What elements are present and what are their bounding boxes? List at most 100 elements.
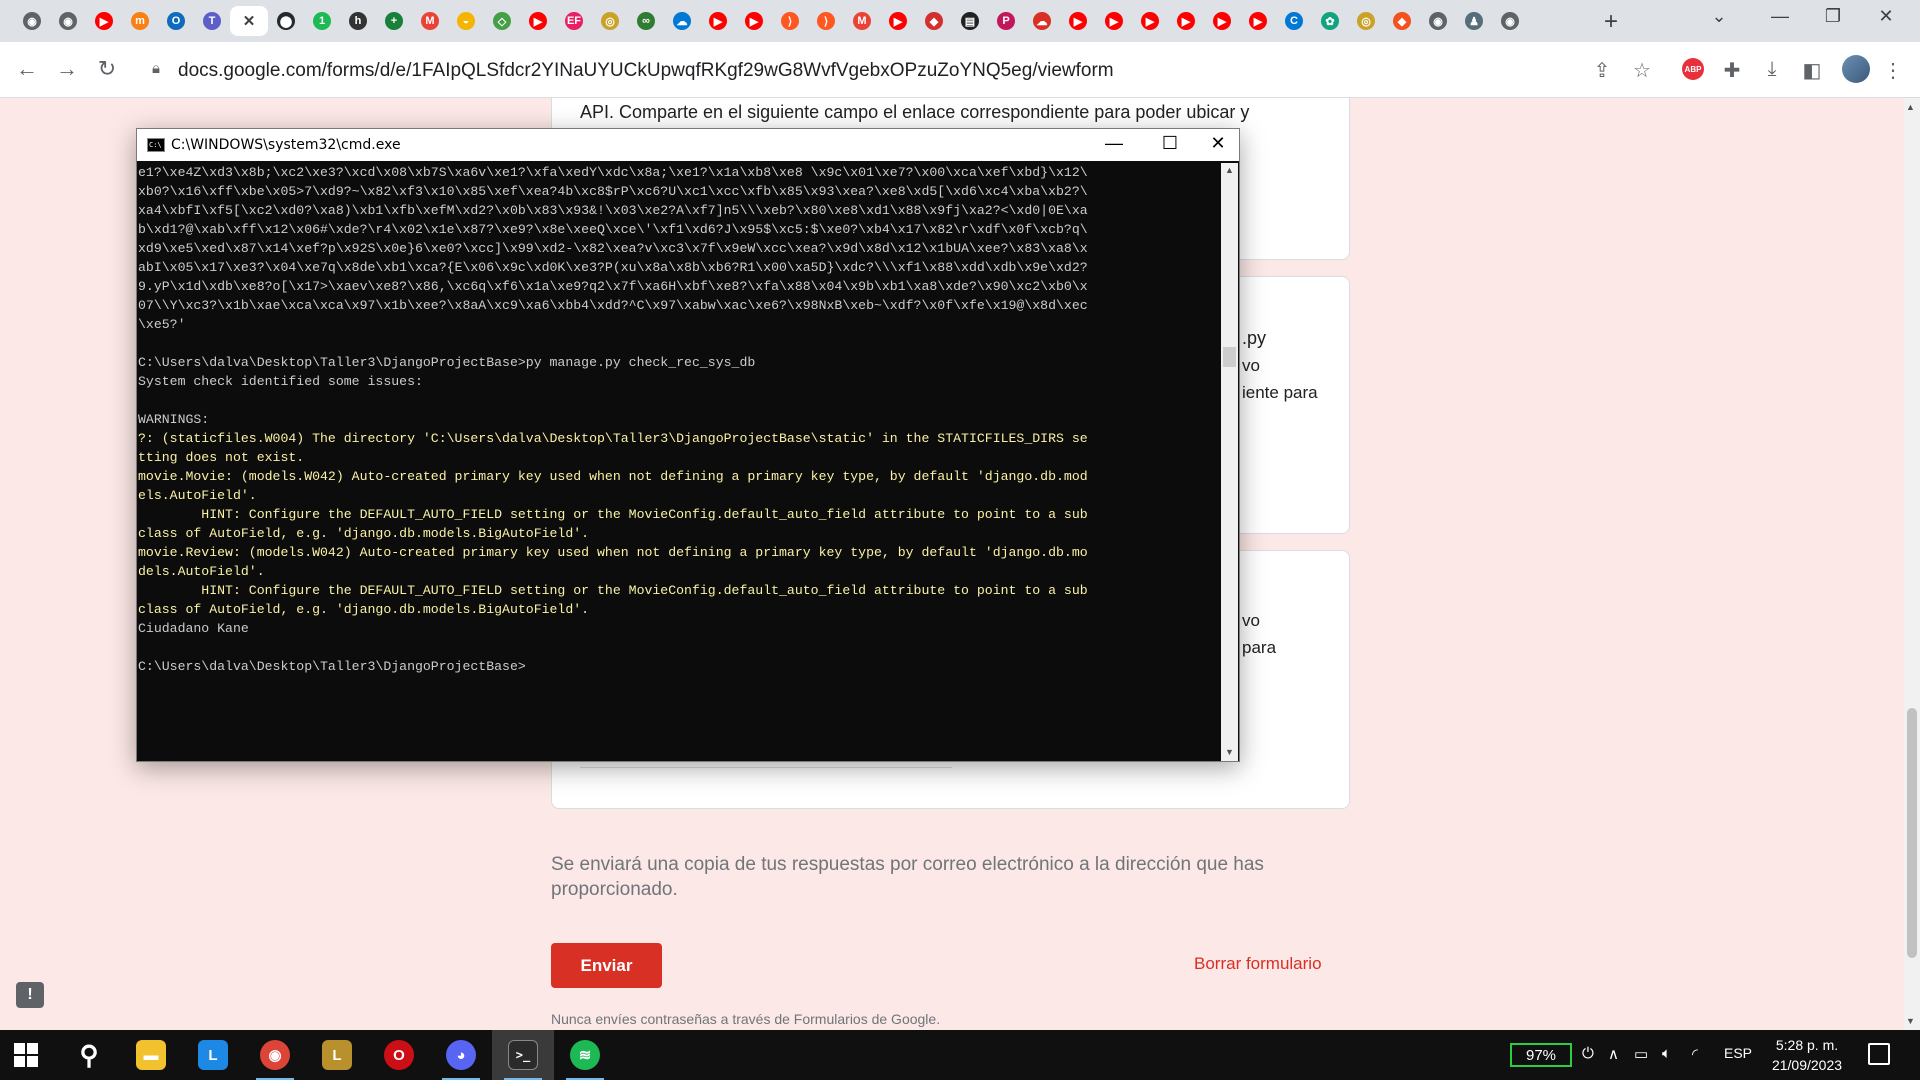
cmd-maximize-button[interactable]: ☐ <box>1147 133 1193 154</box>
browser-tab[interactable]: M <box>844 6 880 36</box>
browser-tab[interactable]: ☁ <box>664 6 700 36</box>
browser-tab[interactable]: ♟ <box>1456 6 1492 36</box>
language-indicator[interactable]: ESP <box>1724 1045 1752 1061</box>
clear-form-button[interactable]: Borrar formulario <box>1194 954 1322 974</box>
taskbar-app-button[interactable]: ◉ <box>244 1030 306 1080</box>
browser-tab[interactable]: ☁ <box>1024 6 1060 36</box>
cmd-output[interactable]: e1?\xe4Z\xd3\x8b;\xc2\xe3?\xcd\x08\xb7S\… <box>137 163 1221 761</box>
notification-center-icon[interactable] <box>1868 1043 1890 1065</box>
browser-tab[interactable]: ◉ <box>50 6 86 36</box>
report-feedback-icon[interactable]: ! <box>16 982 44 1008</box>
close-window-button[interactable]: ✕ <box>1866 6 1906 27</box>
download-icon[interactable]: ⤓ <box>1759 58 1785 81</box>
browser-tab[interactable]: ▶ <box>700 6 736 36</box>
browser-tab[interactable]: ◆ <box>1384 6 1420 36</box>
taskbar-app-button[interactable]: L <box>306 1030 368 1080</box>
taskbar-app-button[interactable]: L <box>182 1030 244 1080</box>
browser-tab[interactable]: 1 <box>304 6 340 36</box>
adblock-extension-icon[interactable]: ABP <box>1682 58 1704 80</box>
browser-tab[interactable]: ◉ <box>1420 6 1456 36</box>
cmd-scroll-thumb[interactable] <box>1223 347 1236 367</box>
browser-tab[interactable]: m <box>122 6 158 36</box>
browser-tab[interactable]: ∞ <box>628 6 664 36</box>
browser-tab[interactable]: ◎ <box>1348 6 1384 36</box>
cmd-scrollbar[interactable]: ▲ ▼ <box>1221 163 1238 761</box>
scroll-up-arrow-icon[interactable]: ▲ <box>1906 102 1915 112</box>
browser-tab[interactable]: ◆ <box>916 6 952 36</box>
restore-button[interactable]: ❐ <box>1813 6 1853 27</box>
browser-tab[interactable]: ▶ <box>1240 6 1276 36</box>
browser-tab[interactable]: ▶ <box>1204 6 1240 36</box>
browser-tab[interactable]: ⬤ <box>268 6 304 36</box>
show-hidden-icons-chevron-icon[interactable]: ∧ <box>1608 1045 1619 1063</box>
scroll-down-arrow-icon[interactable]: ▼ <box>1906 1016 1915 1026</box>
side-panel-icon[interactable]: ◧ <box>1799 58 1825 83</box>
cmd-close-button[interactable]: ✕ <box>1195 133 1241 154</box>
address-bar[interactable]: 🔒︎ docs.google.com/forms/d/e/1FAIpQLSfdc… <box>138 50 1678 90</box>
browser-tab[interactable]: ◉ <box>1492 6 1528 36</box>
battery-icon[interactable]: ▭ <box>1634 1045 1648 1063</box>
taskbar-app-button[interactable]: ▬ <box>120 1030 182 1080</box>
bookmark-star-icon[interactable]: ☆ <box>1629 58 1655 83</box>
new-tab-button[interactable]: + <box>1598 8 1624 36</box>
browser-tab[interactable]: M <box>412 6 448 36</box>
browser-tab[interactable]: ▶ <box>1132 6 1168 36</box>
battery-indicator[interactable]: 97% <box>1510 1043 1572 1067</box>
forward-button[interactable]: → <box>52 56 82 82</box>
browser-tab[interactable]: ⟩ <box>772 6 808 36</box>
browser-tab[interactable]: ▶ <box>1168 6 1204 36</box>
browser-tab[interactable]: ⟩ <box>808 6 844 36</box>
active-tab[interactable]: ✕ <box>230 6 268 36</box>
browser-tab[interactable]: C <box>1276 6 1312 36</box>
kebab-menu-icon[interactable]: ⋮ <box>1880 58 1906 83</box>
minimize-button[interactable]: — <box>1760 6 1800 27</box>
taskbar-app-button[interactable]: ◕ <box>430 1030 492 1080</box>
taskbar-app-button[interactable]: O <box>368 1030 430 1080</box>
taskbar-app-button[interactable]: >_ <box>492 1030 554 1080</box>
browser-tab[interactable]: ▶ <box>1060 6 1096 36</box>
browser-tab[interactable]: ▶ <box>736 6 772 36</box>
power-plug-icon[interactable]: ⏻ <box>1582 1045 1594 1062</box>
browser-tab[interactable]: ◎ <box>592 6 628 36</box>
windows-start-icon[interactable] <box>14 1043 38 1067</box>
wifi-icon[interactable]: ◜ <box>1692 1045 1698 1063</box>
browser-tab[interactable]: T <box>194 6 230 36</box>
scroll-down-arrow-icon[interactable]: ▼ <box>1225 747 1234 757</box>
browser-tab[interactable]: ▶ <box>520 6 556 36</box>
url-text[interactable]: docs.google.com/forms/d/e/1FAIpQLSfdcr2Y… <box>178 60 1114 82</box>
browser-tab[interactable]: P <box>988 6 1024 36</box>
profile-avatar[interactable] <box>1842 55 1870 83</box>
system-clock[interactable]: 5:28 p. m. 21/09/2023 <box>1762 1035 1852 1075</box>
answer-input[interactable] <box>580 767 952 768</box>
tab-search-chevron-icon[interactable]: ⌄ <box>1699 6 1739 27</box>
extensions-puzzle-icon[interactable]: ✚ <box>1719 58 1745 83</box>
browser-tab[interactable]: ✿ <box>1312 6 1348 36</box>
cmd-minimize-button[interactable]: — <box>1091 133 1137 154</box>
browser-tab[interactable]: + <box>376 6 412 36</box>
browser-tab[interactable]: ▶ <box>880 6 916 36</box>
reload-button[interactable]: ↻ <box>92 56 122 82</box>
taskbar-app-button[interactable]: ≋ <box>554 1030 616 1080</box>
browser-tab[interactable]: ◇ <box>484 6 520 36</box>
scroll-up-arrow-icon[interactable]: ▲ <box>1225 165 1234 175</box>
browser-tab[interactable]: ▶ <box>1096 6 1132 36</box>
browser-tab[interactable]: ▶ <box>86 6 122 36</box>
browser-tab[interactable]: ▤ <box>952 6 988 36</box>
page-scroll-thumb[interactable] <box>1907 708 1917 958</box>
lock-icon[interactable]: 🔒︎ <box>152 60 160 77</box>
cmd-title-bar[interactable]: C:\ C:\WINDOWS\system32\cmd.exe — ☐ ✕ <box>137 129 1239 161</box>
browser-tab[interactable]: h <box>340 6 376 36</box>
share-icon[interactable]: ⇪ <box>1589 58 1615 83</box>
cmd-window[interactable]: C:\ C:\WINDOWS\system32\cmd.exe — ☐ ✕ e1… <box>136 128 1240 762</box>
page-scrollbar[interactable]: ▲ ▼ <box>1904 98 1920 1030</box>
taskbar-app-button[interactable]: ⚲ <box>58 1030 120 1080</box>
browser-tab[interactable]: ◉ <box>14 6 50 36</box>
browser-tab[interactable]: EF <box>556 6 592 36</box>
question-text-fragment: vo <box>1242 611 1260 630</box>
windows-taskbar: ⚲ ▬ L ◉ L O ◕ >_ ≋ 97% ⏻ ∧ ▭ 🔈︎ ◜ ESP 5:28 p. m.… <box>0 1030 1920 1080</box>
volume-icon[interactable]: 🔈︎ <box>1662 1045 1671 1062</box>
back-button[interactable]: ← <box>12 56 42 82</box>
browser-tab[interactable]: O <box>158 6 194 36</box>
browser-tab[interactable]: ◒ <box>448 6 484 36</box>
submit-button[interactable]: Enviar <box>551 943 662 988</box>
